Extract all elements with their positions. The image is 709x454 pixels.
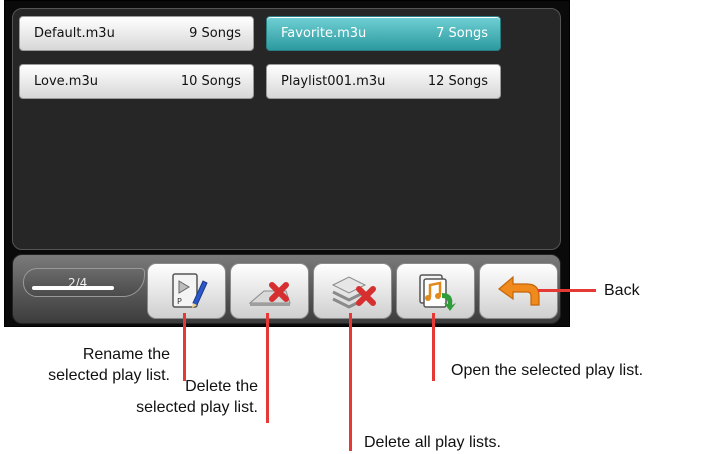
playlist-item-default[interactable]: Default.m3u 9 Songs xyxy=(19,16,254,51)
back-arrow-icon xyxy=(497,275,540,306)
playlist-area: Default.m3u 9 Songs Favorite.m3u 7 Songs… xyxy=(12,8,561,250)
playlist-name: Love.m3u xyxy=(34,74,98,89)
label-open: Open the selected play list. xyxy=(451,362,644,379)
label-back: Back xyxy=(604,282,640,299)
page-number: 2/4 xyxy=(68,276,88,290)
label-delete: Delete the selected play list. xyxy=(136,378,258,416)
rename-icon: P xyxy=(171,273,208,308)
playlist-item-playlist001[interactable]: Playlist001.m3u 12 Songs xyxy=(266,64,501,99)
delete-all-icon xyxy=(331,276,376,309)
callout-line-delete xyxy=(266,313,269,423)
playlist-song-count: 9 Songs xyxy=(189,26,241,41)
callout-line-rename xyxy=(183,313,186,381)
bottom-toolbar: 2/4 P xyxy=(12,254,561,324)
playlist-name: Favorite.m3u xyxy=(281,26,367,41)
delete-all-button[interactable] xyxy=(313,263,392,319)
playlist-item-love[interactable]: Love.m3u 10 Songs xyxy=(19,64,254,99)
callout-line-open xyxy=(432,313,435,381)
delete-icon xyxy=(248,282,291,306)
open-button[interactable] xyxy=(396,263,475,319)
delete-button[interactable] xyxy=(230,263,309,319)
label-delete-all: Delete all play lists. xyxy=(364,434,501,451)
page-indicator: 2/4 xyxy=(23,268,145,297)
rename-button[interactable]: P xyxy=(147,263,226,319)
playlist-name: Playlist001.m3u xyxy=(281,74,386,89)
playlist-item-favorite[interactable]: Favorite.m3u 7 Songs xyxy=(266,16,501,51)
open-playlist-icon xyxy=(418,274,456,311)
svg-text:P: P xyxy=(177,297,182,306)
playlist-name: Default.m3u xyxy=(34,26,115,41)
callout-line-back xyxy=(538,289,596,292)
playlist-song-count: 7 Songs xyxy=(436,26,488,41)
device-frame: Default.m3u 9 Songs Favorite.m3u 7 Songs… xyxy=(4,0,570,327)
playlist-song-count: 12 Songs xyxy=(427,74,488,89)
playlist-song-count: 10 Songs xyxy=(180,74,241,89)
callout-line-delete-all xyxy=(349,313,352,451)
